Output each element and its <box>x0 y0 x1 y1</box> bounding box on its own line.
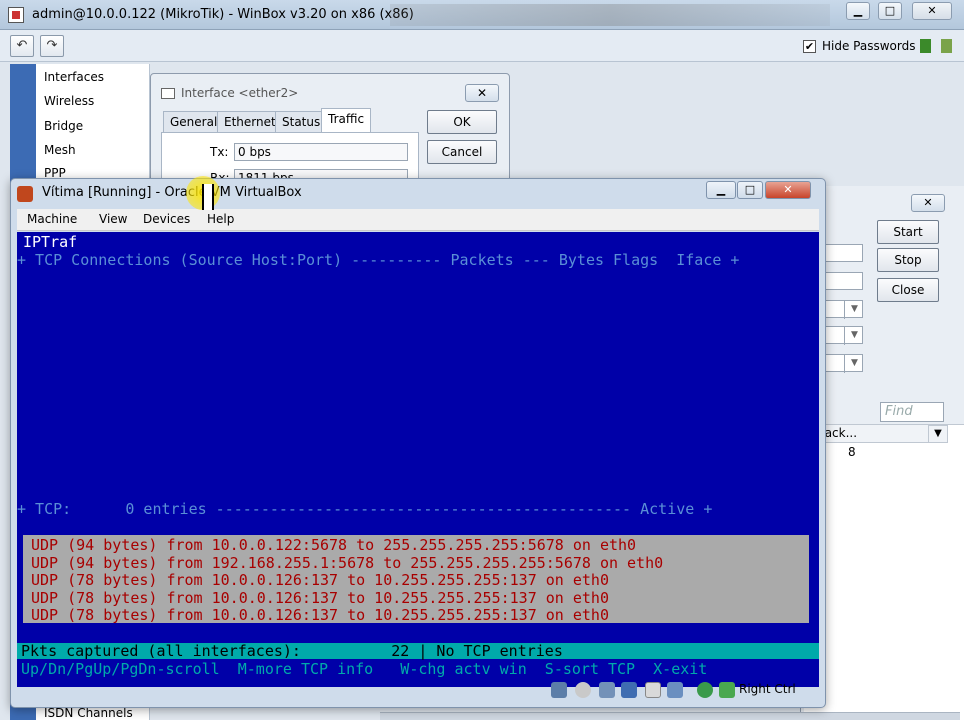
display-icon[interactable] <box>667 682 683 698</box>
udp-line-5: UDP (78 bytes) from 10.0.0.126:137 to 10… <box>31 606 609 624</box>
stop-button[interactable]: Stop <box>877 248 939 272</box>
start-button[interactable]: Start <box>877 220 939 244</box>
tcp-footer: + TCP: 0 entries -----------------------… <box>17 500 713 518</box>
maximize-icon[interactable]: □ <box>878 2 902 20</box>
close-icon[interactable]: ✕ <box>465 84 499 102</box>
sidebar-item-bridge[interactable]: Bridge <box>44 119 83 133</box>
hide-passwords-label: Hide Passwords <box>822 39 916 53</box>
menu-help[interactable]: Help <box>207 212 234 226</box>
chevron-down-icon[interactable]: ▼ <box>844 301 864 319</box>
table-cell: 8 <box>848 445 856 459</box>
virtualbox-menu-bar: Machine View Devices Help <box>17 209 819 231</box>
packets-table: Pack... ▼ 8 <box>804 424 964 720</box>
host-key-icon <box>719 682 735 698</box>
background-window-blur <box>390 4 830 26</box>
menu-machine[interactable]: Machine <box>27 212 77 226</box>
guest-terminal-screen[interactable]: IPTraf + TCP Connections (Source Host:Po… <box>17 232 819 687</box>
host-key-label: Right Ctrl <box>739 682 796 696</box>
status-icon <box>941 39 952 53</box>
network-icon[interactable] <box>621 682 637 698</box>
window-icon <box>161 87 175 99</box>
minimize-icon[interactable]: ▁ <box>846 2 870 20</box>
find-input[interactable]: Find <box>880 402 944 422</box>
menu-view[interactable]: View <box>99 212 127 226</box>
terminal-app-name: IPTraf <box>23 233 78 251</box>
optical-disk-icon[interactable] <box>575 682 591 698</box>
tab-traffic[interactable]: Traffic <box>321 108 372 133</box>
usb-icon[interactable] <box>599 682 615 698</box>
hard-disk-icon[interactable] <box>551 682 567 698</box>
hide-passwords-checkbox[interactable]: ✔ <box>803 39 816 53</box>
tab-ethernet[interactable]: Ethernet <box>217 111 283 133</box>
virtualbox-status-bar: Right Ctrl <box>551 679 823 701</box>
maximize-icon[interactable]: □ <box>737 181 763 199</box>
menu-devices[interactable]: Devices <box>143 212 190 226</box>
sidebar-item-interfaces[interactable]: Interfaces <box>44 70 104 84</box>
close-icon[interactable]: ✕ <box>912 2 952 20</box>
ok-button[interactable]: OK <box>427 110 497 134</box>
virtualbox-window: Vítima [Running] - Oracle VM VirtualBox … <box>10 178 826 708</box>
undo-icon[interactable]: ↶ <box>10 35 34 57</box>
redo-icon[interactable]: ↷ <box>40 35 64 57</box>
cancel-button[interactable]: Cancel <box>427 140 497 164</box>
udp-line-1: UDP (94 bytes) from 10.0.0.122:5678 to 2… <box>31 536 637 554</box>
tx-label: Tx: <box>210 145 229 159</box>
status-strip <box>380 712 960 720</box>
virtualbox-title-bar: Vítima [Running] - Oracle VM VirtualBox … <box>11 179 825 207</box>
winbox-toolbar: ↶ ↷ ✔ Hide Passwords <box>0 30 964 62</box>
close-button[interactable]: Close <box>877 278 939 302</box>
winbox-window-title: admin@10.0.0.122 (MikroTik) - WinBox v3.… <box>32 7 414 22</box>
udp-line-3: UDP (78 bytes) from 10.0.0.126:137 to 10… <box>31 571 609 589</box>
chevron-down-icon[interactable]: ▼ <box>928 425 948 443</box>
close-icon[interactable]: ✕ <box>911 194 945 212</box>
interface-dialog-title-text: Interface <ether2> <box>181 86 299 100</box>
chevron-down-icon[interactable]: ▼ <box>844 327 864 345</box>
capture-icon[interactable] <box>697 682 713 698</box>
minimize-icon[interactable]: ▁ <box>706 181 736 199</box>
sidebar-item-mesh[interactable]: Mesh <box>44 143 76 157</box>
tx-field: 0 bps <box>234 143 408 161</box>
virtualbox-window-title: Vítima [Running] - Oracle VM VirtualBox <box>42 185 302 200</box>
hide-passwords-toggle[interactable]: ✔ Hide Passwords <box>803 39 915 53</box>
tab-general[interactable]: General <box>163 111 225 133</box>
sidebar-item-isdn-channels[interactable]: ISDN Channels <box>44 706 133 720</box>
udp-line-2: UDP (94 bytes) from 192.168.255.1:5678 t… <box>31 554 664 572</box>
mouse-cursor-icon <box>202 184 214 210</box>
shared-folders-icon[interactable] <box>645 682 661 698</box>
close-icon[interactable]: ✕ <box>765 181 811 199</box>
lock-icon <box>920 39 931 53</box>
virtualbox-icon <box>17 186 33 202</box>
key-help-line: Up/Dn/PgUp/PgDn-scroll M-more TCP info W… <box>21 660 708 678</box>
packets-captured-status: Pkts captured (all interfaces): 22 | No … <box>21 642 563 660</box>
tab-status[interactable]: Status <box>275 111 328 133</box>
winbox-app-icon <box>8 7 24 23</box>
chevron-down-icon[interactable]: ▼ <box>844 355 864 373</box>
tcp-connections-header: + TCP Connections (Source Host:Port) ---… <box>17 251 740 269</box>
interface-dialog-title: Interface <ether2> <box>161 86 298 100</box>
winbox-title-bar: admin@10.0.0.122 (MikroTik) - WinBox v3.… <box>0 0 964 30</box>
sidebar-item-wireless[interactable]: Wireless <box>44 94 94 108</box>
udp-line-4: UDP (78 bytes) from 10.0.0.126:137 to 10… <box>31 589 609 607</box>
